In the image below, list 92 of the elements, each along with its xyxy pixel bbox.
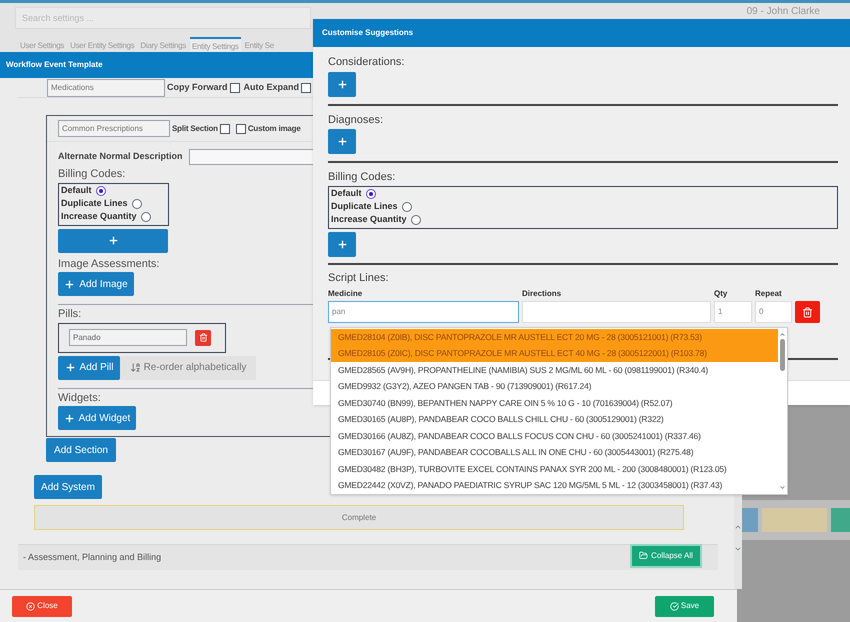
- checkbox-label: Custom image: [248, 122, 301, 134]
- section-name-field[interactable]: Medications: [47, 78, 165, 96]
- script-field[interactable]: 0: [755, 301, 792, 323]
- add-button[interactable]: [328, 72, 356, 96]
- reorder-button[interactable]: Re-order alphabetically: [120, 356, 256, 380]
- add-system-button[interactable]: Add System: [34, 475, 102, 499]
- scroll-down-icon[interactable]: [779, 484, 786, 491]
- radio-button[interactable]: [140, 212, 151, 222]
- radio-button[interactable]: [402, 202, 412, 212]
- field-value: Panado: [73, 332, 101, 344]
- plus-icon: [64, 362, 76, 373]
- plus-icon: [108, 235, 118, 246]
- field-value: 1: [718, 307, 722, 317]
- radio-label: Duplicate Lines: [61, 197, 128, 210]
- radio-button[interactable]: [132, 199, 142, 209]
- checkbox-label: Split Section: [172, 122, 218, 134]
- add-section-button[interactable]: Add Section: [46, 438, 116, 462]
- radio-button[interactable]: [96, 186, 106, 196]
- user-name: 09 - John Clarke: [746, 6, 820, 18]
- section-label: Image Assessments:: [58, 256, 160, 272]
- script-field[interactable]: 1: [714, 301, 752, 323]
- plus-icon: [64, 278, 76, 290]
- dialog-title: Customise Suggestions: [322, 27, 414, 39]
- add-button[interactable]: [328, 232, 356, 256]
- close-button[interactable]: Close: [12, 596, 72, 616]
- column-header: Directions: [522, 288, 562, 300]
- checkbox-label: Auto Expand: [244, 80, 300, 94]
- scroll-up-icon[interactable]: [734, 523, 742, 531]
- suggestion-item[interactable]: GMED22442 (X0VZ), PANADO PAEDIATRIC SYRUP SAC 120 MG/5ML 5 ML - 12 (3003458001) (R37.43): [331, 478, 778, 494]
- accordion-row[interactable]: - Assessment, Planning and Billing Collapse All: [18, 544, 718, 570]
- radio-button[interactable]: [410, 215, 421, 225]
- close-icon: [26, 602, 36, 610]
- script-field[interactable]: [522, 301, 711, 323]
- plus-icon: [64, 412, 75, 424]
- folder-icon: [639, 551, 648, 560]
- field-value: 0: [759, 307, 764, 317]
- delete-button[interactable]: [195, 330, 211, 346]
- section-label: Billing Codes:: [58, 167, 126, 182]
- checkbox[interactable]: [220, 124, 230, 134]
- radio-button[interactable]: [366, 189, 376, 199]
- save-button[interactable]: Save: [655, 596, 714, 616]
- add-pill-button[interactable]: Add Pill: [58, 356, 120, 380]
- sort-icon: [130, 362, 141, 373]
- radio-label: Duplicate Lines: [331, 200, 398, 214]
- settings-tab[interactable]: User Settings: [18, 37, 66, 55]
- field-value: pan: [332, 307, 346, 317]
- check-icon: [670, 602, 679, 610]
- add-button[interactable]: [58, 228, 168, 252]
- checkbox[interactable]: [236, 124, 246, 134]
- section-label: Pills:: [58, 307, 82, 322]
- checkbox-label: Copy Forward: [167, 80, 228, 94]
- trash-icon: [198, 333, 208, 342]
- scroll-down-icon[interactable]: [734, 545, 742, 553]
- pill-field[interactable]: Panado: [69, 329, 187, 346]
- plus-icon: [336, 136, 348, 147]
- plus-icon: [336, 238, 348, 250]
- scroll-thumb[interactable]: [780, 339, 785, 371]
- section-label: Diagnoses:: [328, 112, 384, 128]
- section-label: Billing Codes:: [328, 170, 396, 185]
- trash-icon: [802, 306, 813, 318]
- suggestion-item[interactable]: GMED28104 (Z0IB), DISC PANTOPRAZOLE MR AUSTELL ECT 20 MG - 28 (3005121001) (R73.53): [331, 329, 778, 346]
- script-field[interactable]: pan: [328, 301, 519, 323]
- suggestion-item[interactable]: GMED28105 (Z0IC), DISC PANTOPRAZOLE MR AUSTELL ECT 40 MG - 28 (3005122001) (R103.78): [331, 346, 778, 362]
- scroll-up-icon[interactable]: [779, 331, 786, 338]
- dialog-title: Workflow Event Template: [6, 59, 103, 71]
- radio-label: Increase Quantity: [61, 210, 137, 224]
- add-image-button[interactable]: Add Image: [58, 272, 134, 296]
- accordion-title: - Assessment, Planning and Billing: [23, 550, 162, 564]
- section-label: Widgets:: [58, 390, 101, 406]
- field-label: Alternate Normal Description: [58, 150, 183, 164]
- subsection-name-field[interactable]: Common Prescriptions: [58, 120, 170, 137]
- column-header: Repeat: [755, 288, 783, 300]
- delete-button[interactable]: [795, 301, 820, 323]
- field-value: Common Prescriptions: [62, 122, 143, 134]
- radio-label: Increase Quantity: [331, 213, 407, 226]
- column-header: Qty: [714, 288, 728, 300]
- settings-tab[interactable]: Diary Settings: [138, 37, 188, 55]
- section-label: Script Lines:: [328, 270, 389, 286]
- add-button[interactable]: [328, 129, 356, 154]
- checkbox[interactable]: [301, 82, 312, 92]
- settings-tab[interactable]: Entity Se: [242, 37, 276, 55]
- add-widget-button[interactable]: Add Widget: [58, 406, 136, 430]
- collapse-all-button[interactable]: Collapse All: [630, 544, 702, 568]
- plus-icon: [336, 78, 348, 90]
- section-label: Considerations:: [328, 55, 404, 70]
- radio-label: Default: [61, 184, 92, 198]
- radio-label: Default: [331, 187, 362, 200]
- checkbox[interactable]: [230, 82, 240, 92]
- settings-tab[interactable]: User Entity Settings: [68, 37, 136, 55]
- column-header: Medicine: [328, 288, 364, 300]
- complete-label: Complete: [342, 512, 376, 524]
- field-value: Medications: [51, 82, 94, 94]
